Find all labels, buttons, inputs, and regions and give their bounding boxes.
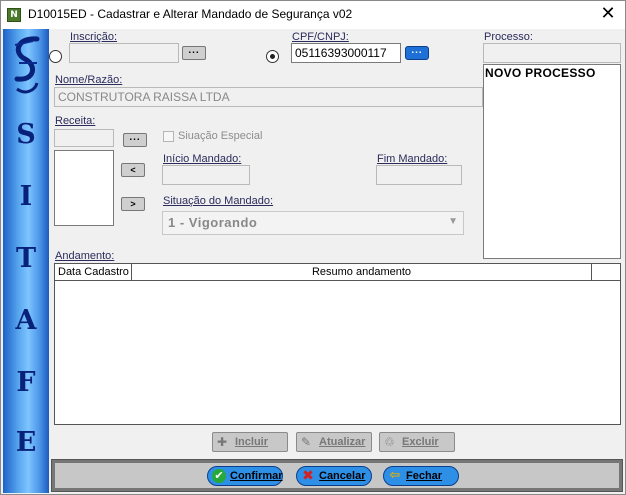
andamento-grid-header: Data Cadastro Resumo andamento — [55, 264, 620, 281]
col-data-cadastro[interactable]: Data Cadastro — [55, 264, 132, 280]
add-doc-icon: ✚ — [217, 435, 228, 449]
sitafe-logo-icon — [14, 36, 40, 94]
sidebar-letter-s: S — [16, 119, 36, 150]
cancelar-label: Cancelar — [319, 470, 366, 482]
chevron-down-icon: ▼ — [448, 216, 458, 227]
cpf-radio[interactable] — [266, 50, 279, 63]
app-icon: N — [7, 8, 21, 22]
situacao-especial-checkbox[interactable] — [163, 131, 174, 142]
receita-lookup-button[interactable]: ... — [123, 133, 147, 147]
andamento-grid[interactable]: Data Cadastro Resumo andamento — [54, 263, 621, 425]
confirmar-label: Confirmar — [230, 470, 283, 482]
check-icon: ✔ — [212, 469, 226, 483]
sidebar-letter-f: F — [16, 367, 36, 398]
inicio-mandado-label: Início Mandado: — [163, 153, 242, 165]
sidebar-letter-e: E — [15, 427, 37, 458]
inicio-mandado-field[interactable] — [162, 165, 250, 185]
receita-remove-button[interactable]: > — [121, 197, 145, 211]
receita-add-button[interactable]: < — [121, 163, 145, 177]
fechar-button[interactable]: ⇦ Fechar — [383, 466, 459, 486]
processo-item-novo[interactable]: NOVO PROCESSO — [485, 66, 596, 80]
fim-mandado-label: Fim Mandado: — [377, 153, 448, 165]
incluir-label: Incluir — [235, 436, 269, 448]
exit-door-icon: ⇦ — [389, 468, 401, 483]
nome-field[interactable]: CONSTRUTORA RAISSA LTDA — [54, 87, 483, 107]
inscricao-label: Inscrição: — [70, 31, 118, 43]
excluir-button[interactable]: ♲ Excluir — [379, 432, 455, 452]
situacao-mandado-value: 1 - Vigorando — [168, 215, 258, 230]
incluir-button[interactable]: ✚ Incluir — [212, 432, 288, 452]
edit-icon: ✎ — [301, 435, 312, 449]
confirmar-button[interactable]: ✔ Confirmar — [207, 466, 283, 486]
close-button[interactable]: ✕ — [591, 1, 625, 29]
fim-mandado-field[interactable] — [376, 165, 462, 185]
inscricao-lookup-button[interactable]: ... — [182, 46, 206, 60]
window-title: D10015ED - Cadastrar e Alterar Mandado d… — [28, 7, 353, 21]
col-resumo-andamento[interactable]: Resumo andamento — [132, 264, 592, 280]
cancelar-button[interactable]: ✖ Cancelar — [296, 466, 372, 486]
andamento-label: Andamento: — [55, 250, 115, 262]
atualizar-button[interactable]: ✎ Atualizar — [296, 432, 372, 452]
main-window: N D10015ED - Cadastrar e Alterar Mandado… — [0, 0, 626, 495]
footer-bar: ✔ Confirmar ✖ Cancelar ⇦ Fechar — [51, 459, 623, 492]
cancel-icon: ✖ — [302, 468, 314, 484]
cpf-value: 05116393000117 — [295, 46, 387, 60]
trash-icon: ♲ — [384, 435, 395, 449]
receita-label: Receita: — [55, 115, 96, 127]
title-bar: N D10015ED - Cadastrar e Alterar Mandado… — [1, 1, 625, 29]
cpf-label: CPF/CNPJ: — [292, 31, 349, 43]
receita-field[interactable] — [54, 129, 114, 147]
cpf-lookup-button[interactable]: ... — [405, 46, 429, 60]
processo-field[interactable] — [483, 43, 621, 63]
sidebar-letter-i: I — [19, 181, 33, 212]
sitafe-sidebar: S I T A F E — [3, 29, 49, 493]
situacao-especial-label: Siuação Especial — [178, 130, 263, 142]
processo-label: Processo: — [484, 31, 533, 43]
situacao-mandado-select[interactable]: 1 - Vigorando ▼ — [162, 211, 464, 235]
col-extra — [592, 264, 620, 280]
processo-list[interactable]: NOVO PROCESSO — [483, 64, 621, 259]
receita-list[interactable] — [54, 150, 114, 226]
inscricao-field[interactable] — [69, 43, 179, 63]
situacao-mandado-label: Situação do Mandado: — [163, 195, 274, 207]
cpf-field[interactable]: 05116393000117 — [291, 43, 401, 63]
fechar-label: Fechar — [406, 470, 443, 482]
nome-label: Nome/Razão: — [55, 74, 123, 86]
footer-inner: ✔ Confirmar ✖ Cancelar ⇦ Fechar — [55, 463, 619, 488]
sidebar-letter-t: T — [15, 243, 37, 274]
excluir-label: Excluir — [402, 436, 439, 448]
nome-value: CONSTRUTORA RAISSA LTDA — [58, 90, 230, 104]
inscricao-radio[interactable] — [49, 50, 62, 63]
atualizar-label: Atualizar — [319, 436, 366, 448]
sidebar-letter-a: A — [15, 305, 37, 336]
